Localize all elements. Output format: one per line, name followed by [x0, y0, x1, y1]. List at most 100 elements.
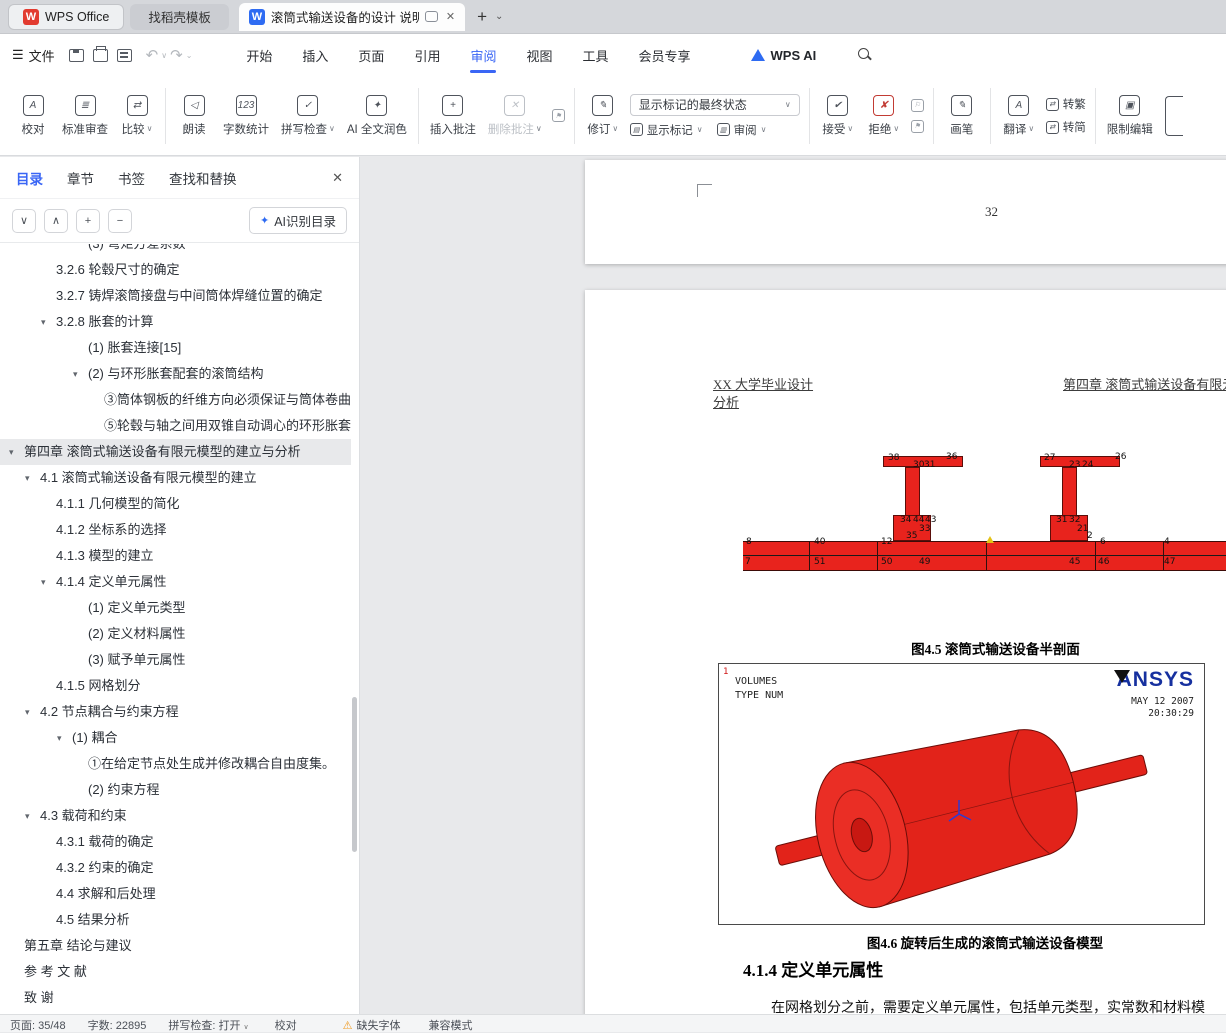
- document-page-prev[interactable]: 32: [585, 160, 1226, 264]
- review-pane-button[interactable]: ▥ 审阅 ∨: [716, 122, 767, 138]
- next-change-icon[interactable]: ⚑: [910, 119, 924, 133]
- menu-review[interactable]: 审阅: [468, 36, 498, 75]
- insert-comment-button[interactable]: + 插入批注: [424, 91, 482, 141]
- compat-mode-indicator[interactable]: 兼容模式: [428, 1017, 472, 1033]
- more-commands-chevron-icon[interactable]: ⌄: [186, 51, 193, 60]
- toc-item[interactable]: 4.1.2 坐标系的选择: [0, 517, 351, 543]
- menu-view[interactable]: 视图: [524, 36, 554, 75]
- toc-caret-icon[interactable]: ▾: [25, 465, 30, 491]
- read-aloud-button[interactable]: ◁ 朗读: [171, 91, 217, 141]
- toc-item[interactable]: (1) 胀套连接[15]: [0, 335, 351, 361]
- toc-item[interactable]: ▾ 第四章 滚筒式输送设备有限元模型的建立与分析: [0, 439, 351, 465]
- toc-item[interactable]: 4.5 结果分析: [0, 907, 351, 933]
- document-page-current[interactable]: XX 大学毕业设计 第四章 滚筒式输送设备有限元模型的 分析 383031362…: [585, 290, 1226, 1014]
- menu-tools[interactable]: 工具: [580, 36, 610, 75]
- tab-chapters[interactable]: 章节: [67, 168, 94, 188]
- track-changes-button[interactable]: ✎ 修订 ∨: [580, 91, 626, 141]
- tab-contents[interactable]: 目录: [16, 168, 43, 188]
- close-tab-icon[interactable]: ✕: [446, 10, 455, 23]
- toc-item[interactable]: 4.1.1 几何模型的简化: [0, 491, 351, 517]
- toc-item[interactable]: ③筒体钢板的纤维方向必须保证与筒体卷曲 ...: [0, 387, 351, 413]
- menu-home[interactable]: 开始: [244, 36, 274, 75]
- close-sidebar-icon[interactable]: ✕: [332, 170, 343, 186]
- compare-button[interactable]: ⇄ 比较 ∨: [114, 91, 160, 141]
- ai-recognize-toc-button[interactable]: ✦ AI识别目录: [248, 207, 347, 234]
- toc-caret-icon[interactable]: ▾: [25, 803, 30, 829]
- toc-item[interactable]: ①在给定节点处生成并修改耦合自由度集。: [0, 751, 351, 777]
- reject-button[interactable]: ✘ 拒绝 ∨: [861, 91, 907, 141]
- toc-item[interactable]: (1) 定义单元类型: [0, 595, 351, 621]
- toc-item[interactable]: ▾ 3.2.8 胀套的计算: [0, 309, 351, 335]
- file-menu-button[interactable]: ☰ 文件: [12, 46, 55, 65]
- toc-item[interactable]: 4.3.1 载荷的确定: [0, 829, 351, 855]
- toc-item[interactable]: (3) 弯矩方差系数: [0, 244, 351, 257]
- menu-reference[interactable]: 引用: [412, 36, 442, 75]
- toc-item[interactable]: 3.2.6 轮毂尺寸的确定: [0, 257, 351, 283]
- toc-item[interactable]: 致 谢: [0, 985, 351, 1011]
- toc-item[interactable]: ▾ (1) 耦合: [0, 725, 351, 751]
- redo-icon[interactable]: ↷: [170, 46, 183, 64]
- display-state-dropdown[interactable]: 显示标记的最终状态 ∨: [629, 93, 800, 116]
- clipped-ribbon-button[interactable]: [1164, 95, 1183, 136]
- show-markup-button[interactable]: ▤ 显示标记 ∨: [629, 122, 703, 138]
- toc-item[interactable]: ▾ 4.3 载荷和约束: [0, 803, 351, 829]
- toc-caret-icon[interactable]: ▾: [57, 725, 62, 751]
- restrict-editing-button[interactable]: ▣ 限制编辑: [1101, 91, 1159, 141]
- menu-page[interactable]: 页面: [356, 36, 386, 75]
- previous-change-icon[interactable]: ⚐: [910, 98, 924, 112]
- print-icon[interactable]: [92, 45, 108, 62]
- zoom-in-button[interactable]: +: [76, 208, 100, 233]
- proofread-button[interactable]: A 校对: [10, 91, 56, 141]
- toc-item[interactable]: 3.2.7 铸焊滚筒接盘与中间筒体焊缝位置的确定: [0, 283, 351, 309]
- tab-bookmarks[interactable]: 书签: [118, 168, 145, 188]
- to-traditional-button[interactable]: ⇄ 转繁: [1045, 96, 1086, 112]
- print-preview-icon[interactable]: [116, 48, 132, 62]
- toc-caret-icon[interactable]: ▾: [41, 569, 46, 595]
- ink-brush-button[interactable]: ✎ 画笔: [939, 91, 985, 141]
- accept-button[interactable]: ✔ 接受 ∨: [815, 91, 861, 141]
- toc-item[interactable]: 4.4 求解和后处理: [0, 881, 351, 907]
- sidebar-scrollbar-thumb[interactable]: [352, 697, 357, 852]
- word-count-indicator[interactable]: 字数: 22895: [88, 1017, 147, 1033]
- toc-item[interactable]: ▾ 4.2 节点耦合与约束方程: [0, 699, 351, 725]
- search-icon[interactable]: [858, 48, 872, 62]
- toc-item[interactable]: 参 考 文 献: [0, 959, 351, 985]
- undo-dropdown-icon[interactable]: ∨: [161, 51, 167, 60]
- proofread-indicator[interactable]: 校对: [275, 1017, 297, 1033]
- toc-item[interactable]: ⑤轮毂与轴之间用双锥自动调心的环形胀套 ...: [0, 413, 351, 439]
- collapse-all-button[interactable]: ∨: [12, 208, 36, 233]
- toc-item[interactable]: 第五章 结论与建议: [0, 933, 351, 959]
- missing-font-indicator[interactable]: ⚠ 缺失字体: [343, 1017, 401, 1033]
- toc-item[interactable]: (2) 定义材料属性: [0, 621, 351, 647]
- menu-insert[interactable]: 插入: [300, 36, 330, 75]
- toc-item[interactable]: ▾ 4.1.4 定义单元属性: [0, 569, 351, 595]
- standard-review-button[interactable]: ≣ 标准审查: [56, 91, 114, 141]
- toc-item[interactable]: 4.3.2 约束的确定: [0, 855, 351, 881]
- ai-polish-button[interactable]: ✦ AI 全文润色: [341, 91, 413, 141]
- document-tab[interactable]: W 滚筒式输送设备的设计 说明书 ✕: [238, 2, 466, 31]
- toc-item[interactable]: (2) 约束方程: [0, 777, 351, 803]
- to-simplified-button[interactable]: ⇄ 转简: [1045, 119, 1086, 135]
- toc-item[interactable]: ▾ 4.1 滚筒式输送设备有限元模型的建立: [0, 465, 351, 491]
- delete-comment-button[interactable]: ✕ 删除批注 ∨: [482, 91, 548, 141]
- wps-ai-button[interactable]: WPS AI: [750, 48, 816, 63]
- menu-member[interactable]: 会员专享: [637, 36, 693, 75]
- toc-caret-icon[interactable]: ▾: [73, 361, 78, 387]
- translate-button[interactable]: A 翻译 ∨: [996, 91, 1042, 141]
- expand-all-button[interactable]: ∧: [44, 208, 68, 233]
- toc-item[interactable]: 4.1.5 网格划分: [0, 673, 351, 699]
- spell-check-button[interactable]: ✓ 拼写检查 ∨: [275, 91, 341, 141]
- toc-item[interactable]: (3) 赋予单元属性: [0, 647, 351, 673]
- toc-caret-icon[interactable]: ▾: [25, 699, 30, 725]
- template-tab[interactable]: 找稻壳模板: [130, 3, 229, 30]
- spellcheck-indicator[interactable]: 拼写检查: 打开 ∨: [168, 1017, 248, 1033]
- zoom-out-button[interactable]: −: [108, 208, 132, 233]
- tab-find-replace[interactable]: 查找和替换: [169, 168, 237, 188]
- toc-caret-icon[interactable]: ▾: [41, 309, 46, 335]
- toc-item[interactable]: ▾ (2) 与环形胀套配套的滚筒结构: [0, 361, 351, 387]
- resolve-comment-icon[interactable]: ⚑: [551, 109, 565, 122]
- undo-icon[interactable]: ↶: [146, 46, 159, 64]
- document-canvas[interactable]: 32 XX 大学毕业设计 第四章 滚筒式输送设备有限元模型的 分析 383031…: [361, 157, 1226, 1014]
- wps-home-tab[interactable]: W WPS Office: [8, 3, 125, 30]
- toc-item[interactable]: 4.1.3 模型的建立: [0, 543, 351, 569]
